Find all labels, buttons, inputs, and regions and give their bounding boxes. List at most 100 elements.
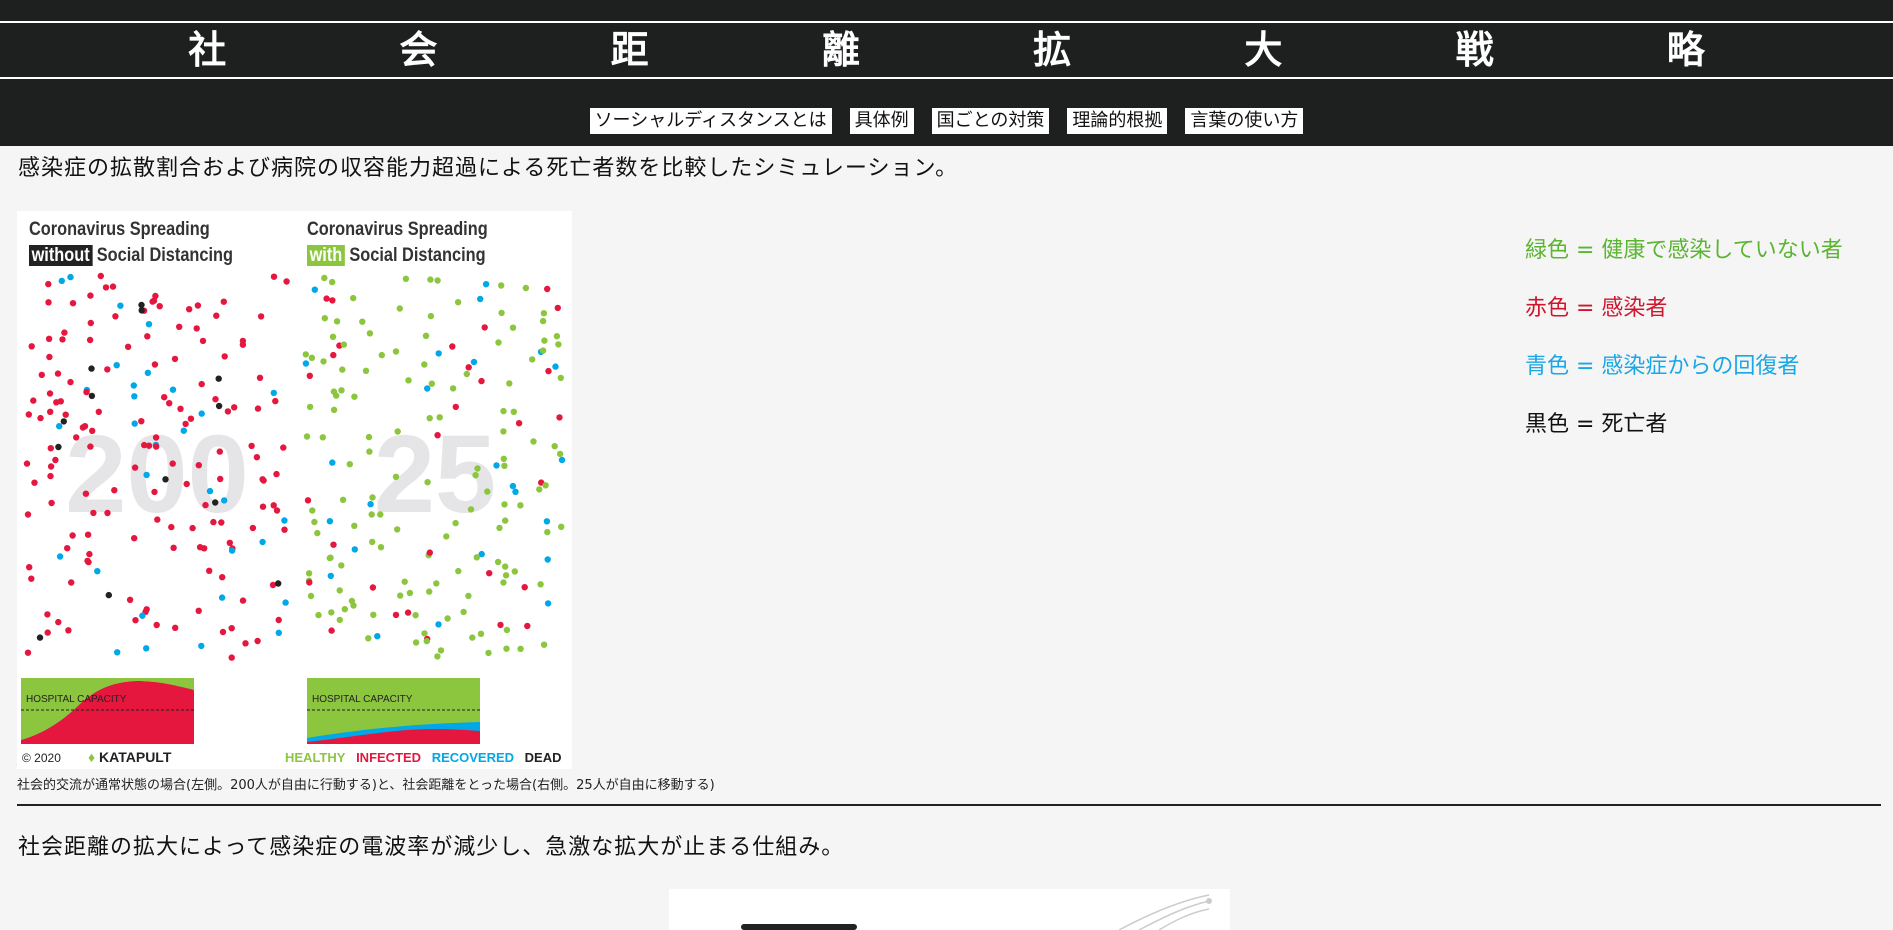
sim-dot: [138, 418, 145, 425]
sim-dot: [109, 283, 117, 290]
sim-dot: [396, 305, 403, 312]
sim-dot: [55, 618, 62, 626]
sim-dot: [206, 487, 214, 495]
sim-dot: [329, 278, 336, 286]
sim-dot: [443, 533, 450, 540]
sim-dot: [170, 544, 177, 551]
sim-dot: [151, 361, 159, 368]
sim-dot: [212, 396, 219, 403]
sim-dot: [162, 476, 169, 483]
sim-dot: [62, 411, 69, 418]
sim-dot: [434, 432, 441, 439]
sim-dot: [424, 479, 431, 486]
sim-dot: [302, 351, 309, 358]
sim-dot: [423, 637, 430, 645]
sim-dot: [131, 535, 138, 542]
sim-dot: [556, 450, 564, 458]
sim-dot: [405, 377, 412, 384]
sim-dot: [281, 526, 288, 533]
sim-dot: [46, 353, 53, 361]
sim-dot: [112, 313, 119, 320]
sim-dot: [104, 509, 111, 517]
sim-dot: [260, 477, 267, 484]
sim-dot: [307, 592, 315, 600]
sim-dot: [275, 629, 282, 636]
sim-dot: [94, 568, 101, 575]
sim-dot: [24, 511, 32, 518]
sim-dot: [143, 471, 150, 479]
sim-dot: [82, 490, 90, 497]
sim-dot: [500, 407, 507, 415]
nav-item-country-measures[interactable]: 国ごとの対策: [931, 108, 1050, 134]
sim-dot: [503, 645, 510, 652]
sim-dot: [502, 517, 509, 524]
sim-dot: [124, 343, 132, 350]
sim-dot: [218, 594, 226, 601]
sim-dot: [328, 609, 335, 616]
sim-dot: [69, 532, 76, 539]
main-nav: ソーシャルディスタンスとは 具体例 国ごとの対策 理論的根拠 言葉の使い方: [0, 108, 1893, 134]
sim-dot: [362, 367, 370, 374]
sim-dot: [340, 341, 348, 348]
section2-intro: 社会距離の拡大によって感染症の電波率が減少し、急激な拡大が止まる仕組み。: [18, 835, 845, 860]
sim-dot: [428, 380, 435, 387]
sim-dot: [60, 418, 67, 425]
sim-dot: [117, 302, 124, 309]
nav-item-theory[interactable]: 理論的根拠: [1067, 108, 1168, 134]
sim-dot: [202, 501, 209, 509]
sim-dot: [172, 624, 179, 631]
sim-dot: [26, 564, 33, 571]
sim-dot: [350, 294, 357, 302]
sim-dot: [392, 348, 400, 355]
sim-dot: [61, 329, 68, 336]
sim-dot: [544, 556, 551, 563]
sim-dot: [515, 420, 523, 427]
sim-dot: [369, 494, 376, 501]
sim-dot: [228, 654, 235, 661]
sim-dot: [194, 302, 202, 309]
sim-dot: [554, 304, 561, 312]
sim-dot: [220, 298, 227, 305]
sim-dot: [404, 609, 412, 616]
sim-dot: [89, 427, 96, 434]
sim-dot: [512, 488, 519, 495]
sim-dot: [314, 529, 321, 537]
sim-dot: [52, 456, 59, 464]
sim-dot: [88, 392, 96, 400]
sim-dot: [421, 361, 428, 368]
sim-dot: [365, 635, 372, 642]
sim-dot: [309, 507, 316, 514]
sim-dot: [248, 442, 255, 450]
sim-dot: [478, 377, 485, 385]
sim-dot: [68, 579, 75, 586]
sim-dot: [282, 599, 289, 606]
nav-item-usage[interactable]: 言葉の使い方: [1185, 108, 1304, 134]
sim-dot: [412, 612, 419, 619]
sim-dot: [131, 393, 138, 400]
nav-item-what-is[interactable]: ソーシャルディスタンスとは: [589, 108, 832, 134]
sim-dot: [198, 642, 205, 650]
sim-dot: [195, 462, 202, 469]
nav-item-examples[interactable]: 具体例: [849, 108, 914, 134]
sim-dot: [366, 448, 373, 455]
color-legend-green: 緑色 = 健康で感染していない者: [1525, 238, 1843, 263]
sim-dot: [506, 380, 513, 387]
sim-dot: [221, 497, 228, 504]
sim-dot: [452, 403, 459, 411]
sim-dot: [259, 538, 266, 546]
sim-dot: [558, 523, 565, 530]
sim-dot: [83, 388, 90, 396]
sim-dot: [501, 462, 508, 469]
sim-dot: [377, 544, 385, 551]
sim-dot: [31, 479, 38, 486]
sim-dot: [28, 575, 35, 582]
copyright: © 2020: [22, 751, 61, 765]
color-legend-black: 黒色 = 死亡者: [1525, 412, 1668, 437]
sim-dot: [47, 472, 54, 480]
sim-dot: [449, 385, 457, 392]
sim-dot: [86, 336, 94, 344]
dots-right: [302, 274, 566, 660]
sim-dot: [280, 444, 287, 451]
sim-dot: [275, 580, 282, 587]
sim-dot: [517, 645, 524, 652]
